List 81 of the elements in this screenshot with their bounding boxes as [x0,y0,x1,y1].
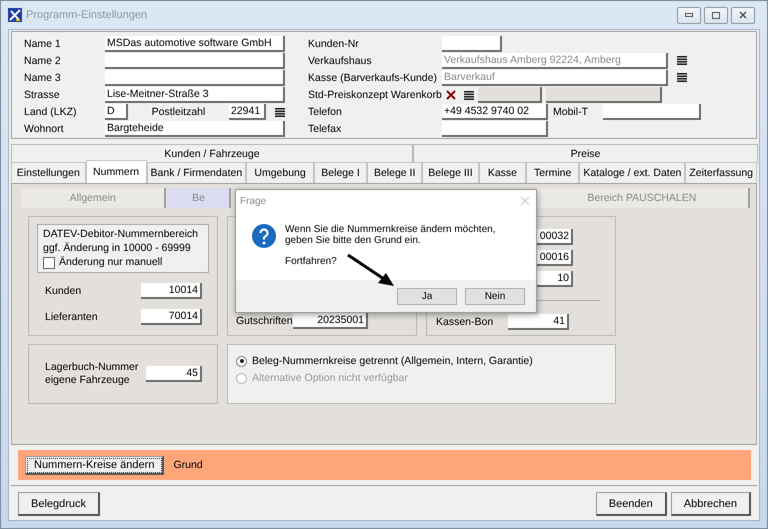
radio-button[interactable] [236,356,247,366]
input-field[interactable]: 22941 [229,104,266,120]
tab[interactable]: Belege II [367,162,422,183]
field-label: Wohnort [24,123,64,136]
input-field[interactable]: Lise-Meitner-Straße 3 [105,87,285,104]
field-label: Telefon [308,106,343,118]
tab[interactable]: Bank / Firmendaten [146,162,246,183]
tab[interactable]: Zeiterfassung [685,162,758,183]
info-text: DATEV-Debitor-Nummernbereich [43,228,200,241]
minimize-button[interactable] [677,6,701,24]
input-field[interactable]: 10014 [141,283,202,299]
tab-group-header[interactable]: Preise [413,144,758,162]
arrow [347,254,394,286]
info-text: ggf. Änderung in 10000 - 69999 [43,242,192,255]
menu-icon[interactable] [275,108,285,117]
tab[interactable]: Nummern [86,160,147,183]
field-label: Kunden-Nr [308,38,360,50]
tab[interactable]: Belege I [314,162,368,183]
radio-label: Beleg-Nummernkreise getrennt (Allgemein, Intern, Garantie) [252,355,533,367]
input-field[interactable]: MSDas automotive software GmbH [105,36,285,52]
close-icon [739,11,747,19]
tab[interactable]: Termine [526,162,580,183]
field-label: Name 3 [24,72,62,84]
minimize-icon [685,13,693,17]
field-label: Std-Preiskonzept Warenkorb [308,89,442,102]
field-label: Verkaufshaus [308,54,373,67]
field-label: Kunden [45,285,82,297]
input-field[interactable] [105,52,285,69]
tab[interactable]: Kasse [478,162,526,183]
input-field[interactable]: 70014 [141,309,202,325]
field-label: Name 1 [24,38,62,50]
menu-icon[interactable] [677,73,687,82]
tab[interactable]: Umgebung [246,162,314,183]
field-label: Kasse (Barverkaufs-Kunde) [308,72,438,84]
field-label: Lagerbuch-Nummer eigene Fahrzeuge [45,361,140,387]
app-logo-icon [8,8,22,22]
tab[interactable]: Einstellungen [11,162,86,183]
radio-label: Alternative Option nicht verfügbar [252,372,408,384]
input-field[interactable]: +49 4532 9740 02 [442,104,548,120]
checkbox[interactable] [43,256,55,268]
field-label: Land (LKZ) [24,106,78,118]
field-label: Postleitzahl [150,106,206,118]
delete-icon[interactable] [446,90,456,100]
field-label: Gutschriften [236,315,293,327]
field-label: Kassen-Bon [436,316,494,328]
dialog-title: Frage [240,196,266,206]
window-title: Programm-Einstellungen [26,9,148,21]
question-icon [252,224,276,248]
field-label: Mobil-T [552,106,590,118]
footer-button[interactable]: Beenden [596,492,667,516]
input-field[interactable] [442,121,548,138]
input-field[interactable]: Bargteheide [105,121,285,138]
field-label: Strasse [24,89,61,102]
input-field[interactable] [442,36,502,52]
input-field[interactable] [105,70,285,86]
input-field [478,87,542,104]
dialog-question: Fortfahren? [285,256,338,267]
dialog-message: Wenn Sie die Nummernkreise ändern möchten, geben Sie bitte den Grund ein. [285,224,496,246]
dialog-button[interactable]: Ja [397,288,457,304]
field-label: Name 2 [24,54,62,67]
checkbox-label: Änderung nur manuell [59,256,162,269]
input-field[interactable]: 45 [146,366,202,382]
tab-group-header[interactable]: Kunden / Fahrzeuge [11,144,413,162]
input-field[interactable]: 41 [508,314,569,330]
input-field[interactable] [603,104,701,120]
input-field[interactable]: D [105,104,128,120]
input-field[interactable]: 20235001 [292,313,368,329]
close-button[interactable] [731,6,755,24]
menu-icon[interactable] [677,56,687,66]
reason-label: Grund [173,459,203,471]
print-button[interactable]: Belegdruck [18,492,100,516]
tab[interactable]: Kataloge / ext. Daten [579,162,686,183]
footer-button[interactable]: Abbrechen [670,492,751,516]
tab[interactable]: Belege III [422,162,479,183]
field-label: Telefax [308,123,342,136]
change-number-ranges-button[interactable]: Nummern-Kreise ändern [25,456,164,474]
maximize-button[interactable] [704,6,728,24]
maximize-icon [712,12,720,18]
field-label: Lieferanten [45,311,98,323]
dialog-button[interactable]: Nein [465,288,525,304]
menu-icon[interactable] [464,90,474,100]
